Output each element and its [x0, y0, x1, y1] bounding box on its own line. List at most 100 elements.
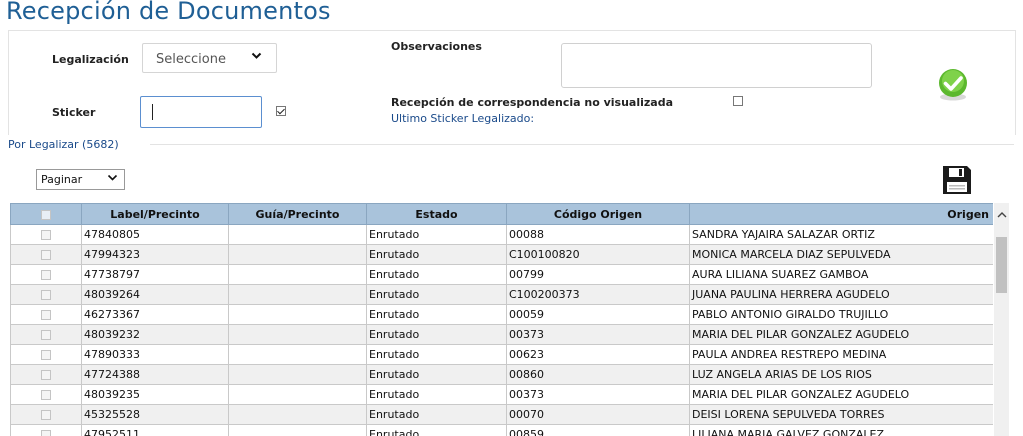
legalizacion-select[interactable]: Seleccione	[142, 43, 277, 73]
estado-cell: Enrutado	[366, 304, 507, 325]
select-all-checkbox[interactable]	[41, 209, 51, 220]
documents-grid: Label/Precinto Guía/Precinto Estado Códi…	[10, 203, 993, 436]
label-cell: 48039232	[81, 324, 229, 345]
estado-cell: Enrutado	[366, 364, 507, 385]
row-checkbox[interactable]	[41, 370, 51, 380]
label-cell: 47738797	[81, 264, 229, 285]
table-row[interactable]: 47994323 Enrutado C100100820 MONICA MARCELA…	[10, 244, 993, 265]
table-row[interactable]: 48039264 Enrutado C100200373 JUANA PAULINA …	[10, 284, 993, 305]
origen-cell: LUZ ANGELA ARIAS DE LOS RIOS	[689, 364, 993, 385]
guia-cell	[228, 404, 367, 425]
text-caret	[152, 104, 153, 120]
row-checkbox[interactable]	[41, 230, 51, 240]
codigo-origen-cell: 00373	[506, 384, 690, 405]
estado-cell: Enrutado	[366, 224, 507, 245]
row-checkbox-cell[interactable]	[10, 364, 82, 385]
label-cell: 47840805	[81, 224, 229, 245]
table-row[interactable]: 47738797 Enrutado 00799 AURA LILIANA SUAREZ…	[10, 264, 993, 285]
paginar-value: Paginar	[41, 173, 83, 186]
row-checkbox-cell[interactable]	[10, 284, 82, 305]
row-checkbox-cell[interactable]	[10, 404, 82, 425]
label-cell: 47890333	[81, 344, 229, 365]
scrollbar-thumb[interactable]	[996, 237, 1007, 293]
column-header-codigo-origen[interactable]: Código Origen	[506, 203, 690, 225]
check-circle-icon[interactable]	[935, 66, 971, 102]
legalizacion-label: Legalización	[52, 53, 129, 66]
estado-cell: Enrutado	[366, 384, 507, 405]
column-header-origen[interactable]: Origen	[689, 203, 993, 225]
recepcion-label: Recepción de correspondencia no visualiz…	[391, 96, 673, 109]
table-row[interactable]: 48039235 Enrutado 00373 MARIA DEL PILAR GON…	[10, 384, 993, 405]
guia-cell	[228, 364, 367, 385]
row-checkbox[interactable]	[41, 290, 51, 300]
codigo-origen-cell: 00860	[506, 364, 690, 385]
row-checkbox-cell[interactable]	[10, 324, 82, 345]
guia-cell	[228, 344, 367, 365]
chevron-up-icon[interactable]	[994, 211, 1009, 225]
row-checkbox[interactable]	[41, 430, 51, 436]
ultimo-sticker-label: Ultimo Sticker Legalizado:	[391, 112, 535, 125]
table-row[interactable]: 47890333 Enrutado 00623 PAULA ANDREA RESTRE…	[10, 344, 993, 365]
codigo-origen-cell: 00859	[506, 424, 690, 436]
legalizacion-select-value: Seleccione	[156, 52, 226, 67]
sticker-checkbox[interactable]	[276, 106, 286, 116]
origen-cell: AURA LILIANA SUAREZ GAMBOA	[689, 264, 993, 285]
estado-cell: Enrutado	[366, 244, 507, 265]
guia-cell	[228, 384, 367, 405]
origen-cell: MARIA DEL PILAR GONZALEZ AGUDELO	[689, 324, 993, 345]
table-row[interactable]: 48039232 Enrutado 00373 MARIA DEL PILAR GON…	[10, 324, 993, 345]
row-checkbox[interactable]	[41, 330, 51, 340]
label-cell: 47724388	[81, 364, 229, 385]
table-row[interactable]: 46273367 Enrutado 00059 PABLO ANTONIO GIRAL…	[10, 304, 993, 325]
label-cell: 46273367	[81, 304, 229, 325]
row-checkbox[interactable]	[41, 250, 51, 260]
row-checkbox-cell[interactable]	[10, 424, 82, 436]
codigo-origen-cell: C100100820	[506, 244, 690, 265]
page-title: Recepción de Documentos	[6, 0, 331, 25]
row-checkbox-cell[interactable]	[10, 304, 82, 325]
column-header-estado[interactable]: Estado	[366, 203, 507, 225]
estado-cell: Enrutado	[366, 344, 507, 365]
documents-table: Label/Precinto Guía/Precinto Estado Códi…	[10, 203, 993, 436]
row-checkbox[interactable]	[41, 410, 51, 420]
row-checkbox[interactable]	[41, 270, 51, 280]
row-checkbox[interactable]	[41, 390, 51, 400]
row-checkbox-cell[interactable]	[10, 224, 82, 245]
row-checkbox-cell[interactable]	[10, 264, 82, 285]
observaciones-textarea[interactable]	[561, 43, 872, 88]
label-cell: 45325528	[81, 404, 229, 425]
recepcion-checkbox[interactable]	[733, 96, 743, 106]
origen-cell: PAULA ANDREA RESTREPO MEDINA	[689, 344, 993, 365]
guia-cell	[228, 304, 367, 325]
estado-cell: Enrutado	[366, 424, 507, 436]
guia-cell	[228, 424, 367, 436]
column-header-guia[interactable]: Guía/Precinto	[228, 203, 367, 225]
table-row[interactable]: 47952511 Enrutado 00859 LILIANA MARIA GALVE…	[10, 424, 993, 436]
row-checkbox-cell[interactable]	[10, 244, 82, 265]
guia-cell	[228, 264, 367, 285]
vertical-scrollbar[interactable]	[994, 203, 1009, 436]
guia-cell	[228, 244, 367, 265]
codigo-origen-cell: 00799	[506, 264, 690, 285]
origen-cell: JUANA PAULINA HERRERA AGUDELO	[689, 284, 993, 305]
select-all-header[interactable]	[10, 203, 82, 225]
table-row[interactable]: 47840805 Enrutado 00088 SANDRA YAJAIRA SALA…	[10, 224, 993, 245]
codigo-origen-cell: 00059	[506, 304, 690, 325]
sticker-input[interactable]	[140, 96, 262, 128]
table-row[interactable]: 47724388 Enrutado 00860 LUZ ANGELA ARIAS DE…	[10, 364, 993, 385]
row-checkbox-cell[interactable]	[10, 384, 82, 405]
floppy-disk-icon[interactable]	[941, 164, 973, 196]
estado-cell: Enrutado	[366, 264, 507, 285]
table-row[interactable]: 45325528 Enrutado 00070 DEISI LORENA SEPULV…	[10, 404, 993, 425]
codigo-origen-cell: 00373	[506, 324, 690, 345]
codigo-origen-cell: C100200373	[506, 284, 690, 305]
guia-cell	[228, 224, 367, 245]
paginar-select[interactable]: Paginar	[36, 169, 125, 190]
row-checkbox-cell[interactable]	[10, 344, 82, 365]
origen-cell: LILIANA MARIA GALVEZ GONZALEZ	[689, 424, 993, 436]
row-checkbox[interactable]	[41, 310, 51, 320]
column-header-label[interactable]: Label/Precinto	[81, 203, 229, 225]
label-cell: 48039235	[81, 384, 229, 405]
section-divider	[150, 144, 1014, 145]
row-checkbox[interactable]	[41, 350, 51, 360]
